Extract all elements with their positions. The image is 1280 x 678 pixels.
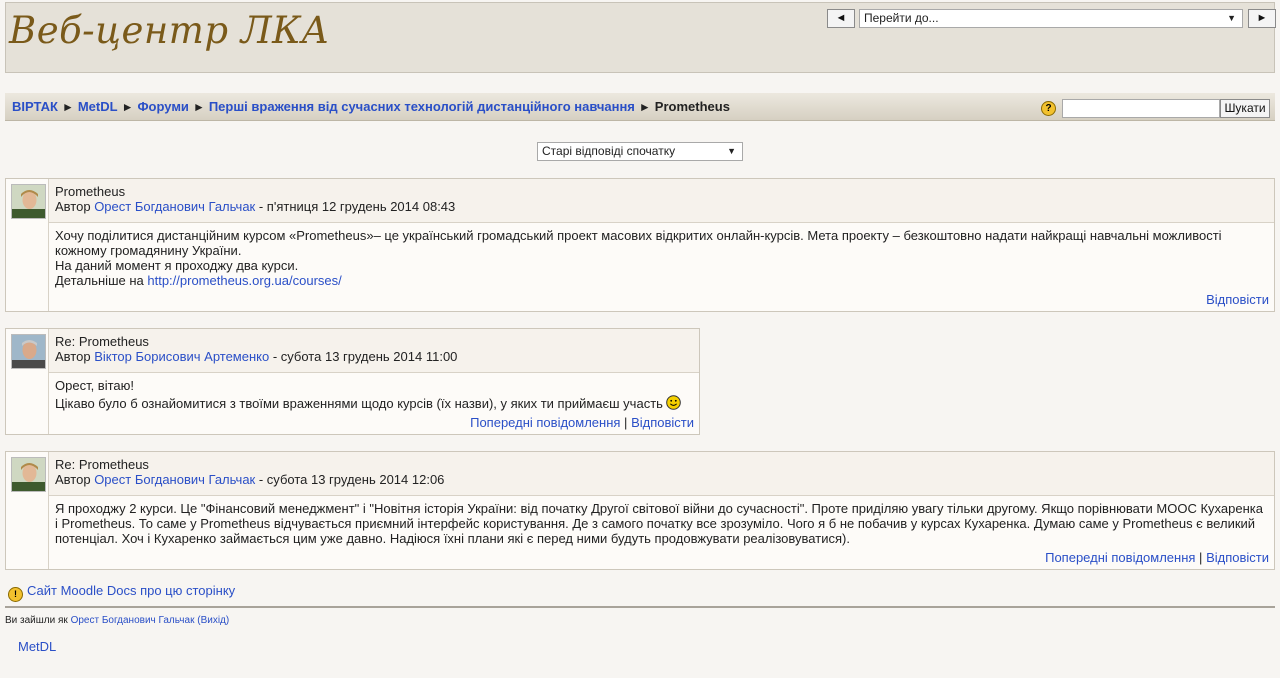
jump-to-select[interactable]: Перейти до... ▼ — [859, 9, 1243, 28]
breadcrumb: ВІРТАК ► MetDL ► Форуми ► Перші враження від с… — [12, 99, 730, 114]
site-title: Веб-центр ЛКА — [9, 9, 330, 52]
reply-link[interactable]: Відповісти — [1206, 550, 1269, 565]
avatar[interactable] — [11, 334, 46, 369]
jump-to-label: Перейти до... — [864, 11, 939, 25]
parent-post-link[interactable]: Попередні повідомлення — [470, 415, 620, 430]
search-input[interactable] — [1062, 99, 1220, 118]
external-link[interactable]: http://prometheus.org.ua/courses/ — [147, 273, 341, 288]
post-header: Re: Prometheus Автор Орест Богданович Га… — [48, 452, 1274, 496]
home-link[interactable]: MetDL — [18, 639, 56, 654]
sort-order-label: Старі відповіді спочатку — [542, 144, 676, 158]
more-prefix: Детальніше на — [55, 273, 148, 288]
post-commands: Відповісти — [1206, 292, 1269, 307]
avatar[interactable] — [11, 457, 46, 492]
post-paragraph: Детальніше на http://prometheus.org.ua/c… — [55, 273, 1268, 288]
post-paragraph: Цікаво було б ознайомитися з твоїми враж… — [55, 395, 693, 411]
author-prefix: Автор — [55, 349, 91, 364]
breadcrumb-metdl[interactable]: MetDL — [78, 99, 118, 114]
logout-link[interactable]: (Вихід) — [197, 615, 229, 626]
moodle-docs-label[interactable]: Сайт Moodle Docs про цю сторінку — [27, 583, 235, 598]
post-date: - субота 13 грудень 2014 12:06 — [255, 472, 445, 487]
breadcrumb-virtak[interactable]: ВІРТАК — [12, 99, 58, 114]
login-prefix: Ви зайшли як — [5, 615, 71, 626]
prev-activity-button[interactable]: ◄ — [827, 9, 855, 28]
post-text: Цікаво було б ознайомитися з твоїми враж… — [55, 396, 663, 411]
post-byline: Автор Орест Богданович Гальчак - субота … — [55, 472, 444, 487]
breadcrumb-current: Prometheus — [654, 99, 730, 114]
avatar[interactable] — [11, 184, 46, 219]
author-prefix: Автор — [55, 199, 91, 214]
home-link-label[interactable]: MetDL — [18, 639, 56, 654]
post-header: Prometheus Автор Орест Богданович Гальча… — [48, 179, 1274, 223]
smiley-icon — [666, 395, 681, 410]
help-icon[interactable]: ? — [1041, 101, 1056, 116]
post-paragraph: Орест, вітаю! — [55, 378, 135, 393]
site-header: Веб-центр ЛКА ◄ Перейти до... ▼ ► — [5, 2, 1276, 73]
post-paragraph: Я проходжу 2 курси. Це "Фінансовий менед… — [55, 501, 1263, 546]
post-header: Re: Prometheus Автор Віктор Борисович Ар… — [48, 329, 699, 373]
post-commands: Попередні повідомлення | Відповісти — [470, 415, 694, 430]
post-byline: Автор Віктор Борисович Артеменко - субот… — [55, 349, 457, 364]
navbar: ВІРТАК ► MetDL ► Форуми ► Перші враження від с… — [5, 93, 1275, 121]
info-icon: ! — [8, 587, 23, 602]
breadcrumb-separator: ► — [192, 100, 205, 114]
chevron-down-icon: ▼ — [1227, 13, 1236, 23]
post-subject: Re: Prometheus — [55, 457, 149, 472]
post-body: Хочу поділитися дистанційним курсом «Pro… — [48, 223, 1274, 311]
forum-post: Re: Prometheus Автор Віктор Борисович Ар… — [5, 328, 700, 435]
breadcrumb-separator: ► — [638, 100, 651, 114]
author-link[interactable]: Орест Богданович Гальчак — [94, 472, 255, 487]
footer-divider — [5, 606, 1275, 608]
author-link[interactable]: Віктор Борисович Артеменко — [94, 349, 269, 364]
post-commands: Попередні повідомлення | Відповісти — [1045, 550, 1269, 565]
post-date: - п'ятниця 12 грудень 2014 08:43 — [255, 199, 456, 214]
post-date: - субота 13 грудень 2014 11:00 — [269, 349, 458, 364]
login-user-link[interactable]: Орест Богданович Гальчак — [71, 615, 195, 626]
breadcrumb-separator: ► — [61, 100, 74, 114]
command-divider: | — [1199, 550, 1203, 565]
post-subject: Re: Prometheus — [55, 334, 149, 349]
search-button[interactable]: Шукати — [1220, 99, 1270, 118]
forum-post: Prometheus Автор Орест Богданович Гальча… — [5, 178, 1275, 312]
breadcrumb-forum[interactable]: Перші враження від сучасних технологій д… — [209, 99, 635, 114]
author-link[interactable]: Орест Богданович Гальчак — [94, 199, 255, 214]
post-paragraph: Хочу поділитися дистанційним курсом «Pro… — [55, 228, 1222, 258]
author-prefix: Автор — [55, 472, 91, 487]
reply-link[interactable]: Відповісти — [1206, 292, 1269, 307]
login-info: Ви зайшли як Орест Богданович Гальчак (В… — [5, 615, 229, 626]
moodle-docs-link[interactable]: ! Сайт Moodle Docs про цю сторінку — [8, 583, 235, 602]
command-divider: | — [624, 415, 628, 430]
breadcrumb-forums[interactable]: Форуми — [137, 99, 188, 114]
chevron-down-icon: ▼ — [727, 146, 736, 156]
post-paragraph: На даний момент я проходжу два курси. — [55, 258, 299, 273]
reply-link[interactable]: Відповісти — [631, 415, 694, 430]
post-byline: Автор Орест Богданович Гальчак - п'ятниц… — [55, 199, 455, 214]
parent-post-link[interactable]: Попередні повідомлення — [1045, 550, 1195, 565]
forum-post: Re: Prometheus Автор Орест Богданович Га… — [5, 451, 1275, 570]
sort-order-select[interactable]: Старі відповіді спочатку ▼ — [537, 142, 743, 161]
breadcrumb-separator: ► — [121, 100, 134, 114]
next-activity-button[interactable]: ► — [1248, 9, 1276, 28]
post-subject: Prometheus — [55, 184, 126, 199]
